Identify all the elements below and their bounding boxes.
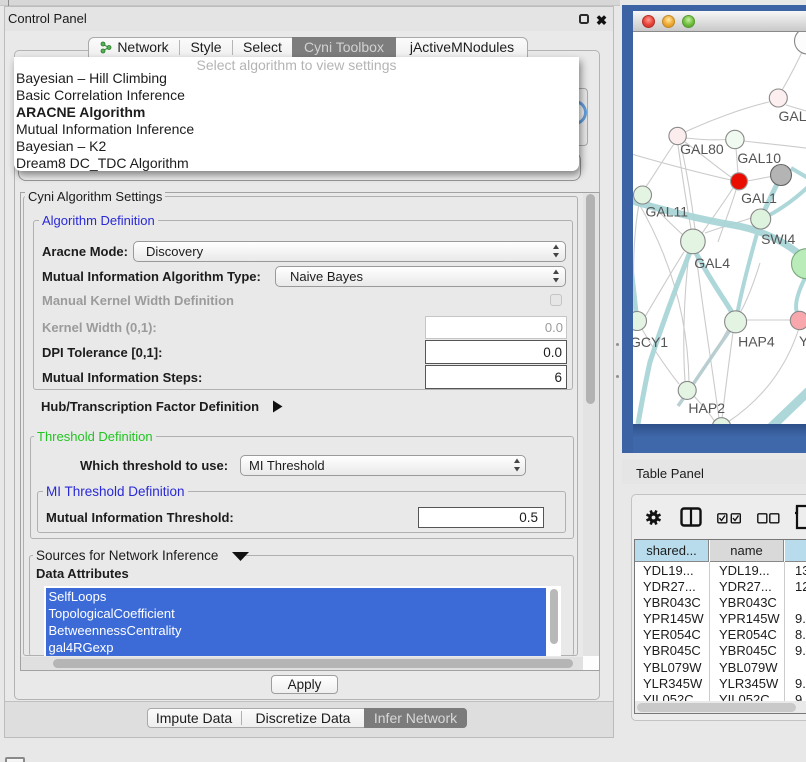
svg-text:GAL1: GAL1 bbox=[741, 190, 777, 206]
svg-text:HAP4: HAP4 bbox=[738, 333, 775, 349]
svg-text:GAL11: GAL11 bbox=[646, 204, 689, 220]
svg-text:YJ: YJ bbox=[799, 333, 806, 349]
svg-text:GAL80: GAL80 bbox=[680, 141, 724, 157]
svg-text:GAL10: GAL10 bbox=[737, 150, 781, 166]
svg-text:GAL4: GAL4 bbox=[694, 255, 730, 271]
svg-text:GAL7: GAL7 bbox=[779, 108, 806, 124]
svg-text:SWI4: SWI4 bbox=[761, 231, 795, 247]
svg-text:HAP2: HAP2 bbox=[688, 400, 725, 416]
svg-text:GCY1: GCY1 bbox=[633, 334, 668, 350]
